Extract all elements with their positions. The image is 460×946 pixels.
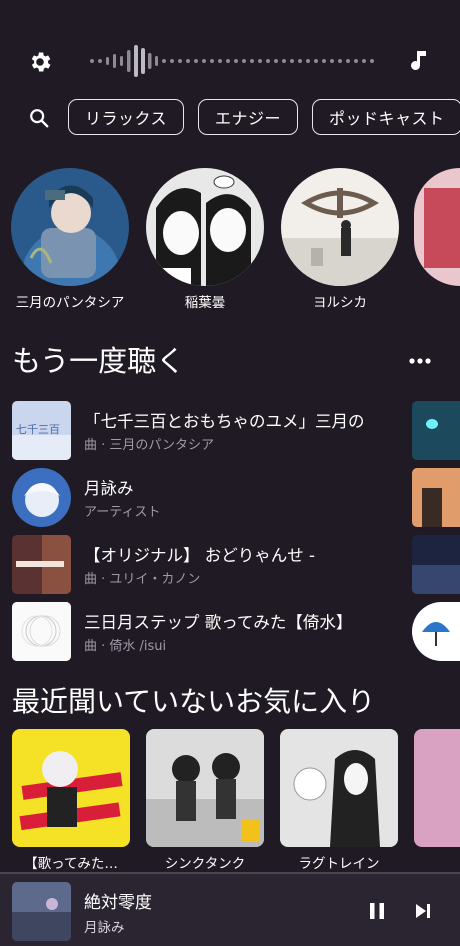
now-playing-art — [12, 882, 71, 941]
search-button[interactable] — [24, 103, 54, 133]
chip-podcast[interactable]: ポッドキャスト — [312, 99, 460, 135]
album-caption: ラグトレイン — [298, 856, 380, 872]
artist-card[interactable]: 三月のパンタシア — [10, 168, 130, 311]
artist-title: 月詠み — [84, 479, 134, 498]
next-button[interactable] — [408, 896, 438, 926]
artist-avatar — [281, 168, 399, 286]
mini-player[interactable]: 絶対零度 月詠み — [0, 872, 460, 946]
list-item[interactable]: 月詠み アーティスト — [12, 468, 412, 528]
now-playing-title: 絶対零度 — [84, 893, 152, 913]
track-thumbnail: 七千三百 — [12, 401, 71, 460]
track-title: 「七千三百とおもちゃのユメ」三月の — [84, 412, 365, 431]
list-item-partial[interactable] — [412, 468, 460, 527]
artist-name: ヨルシカ — [313, 295, 367, 311]
album-art — [12, 729, 130, 847]
pause-button[interactable] — [362, 896, 392, 926]
chip-energy[interactable]: エナジー — [198, 99, 299, 135]
artist-avatar — [11, 168, 129, 286]
pause-icon — [370, 903, 384, 919]
album-art — [146, 729, 264, 847]
section-title-listen-again: もう一度聴く — [12, 344, 186, 378]
more-button[interactable] — [402, 346, 438, 376]
track-subtitle: 曲 · 倚水 /isui — [84, 639, 167, 654]
track-thumbnail — [12, 535, 71, 594]
track-title: 三日月ステップ 歌ってみた【倚水】 — [84, 613, 353, 632]
track-title: 【オリジナル】 おどりゃんせ - — [84, 546, 315, 565]
playback-progress-track[interactable] — [0, 872, 460, 874]
album-card-partial[interactable] — [414, 729, 460, 847]
list-item-partial[interactable] — [412, 535, 460, 594]
more-horizontal-icon — [409, 358, 431, 364]
now-playing-artist: 月詠み — [84, 920, 125, 936]
album-card[interactable]: 【歌ってみた… — [12, 729, 130, 872]
waveform-visualizer — [88, 42, 380, 80]
album-art — [280, 729, 398, 847]
list-item[interactable]: 三日月ステップ 歌ってみた【倚水】 曲 · 倚水 /isui — [12, 602, 412, 662]
svg-text:七千三百: 七千三百 — [16, 423, 60, 436]
waveform-icon — [90, 45, 374, 77]
search-icon — [30, 109, 49, 128]
music-note-icon — [411, 51, 426, 71]
skip-next-icon — [416, 904, 430, 918]
music-button[interactable] — [404, 46, 436, 78]
track-thumbnail — [12, 602, 71, 661]
chip-relax[interactable]: リラックス — [68, 99, 185, 135]
album-card[interactable]: ラグトレイン — [280, 729, 398, 872]
track-subtitle: 曲 · 三月のパンタシア — [84, 438, 215, 453]
artist-card-partial[interactable] — [414, 168, 460, 286]
mood-chips: リラックス エナジー ポッドキャスト — [68, 99, 460, 135]
artist-name: 三月のパンタシア — [15, 295, 125, 311]
artist-subtitle: アーティスト — [84, 505, 161, 520]
artist-avatar — [146, 168, 264, 286]
list-item[interactable]: 七千三百 「七千三百とおもちゃのユメ」三月の 曲 · 三月のパンタシア — [12, 401, 412, 461]
album-card[interactable]: シンクタンク — [146, 729, 264, 872]
list-item-partial[interactable] — [412, 602, 460, 661]
track-subtitle: 曲 · ユリイ・カノン — [84, 572, 201, 587]
list-item[interactable]: 【オリジナル】 おどりゃんせ - 曲 · ユリイ・カノン — [12, 535, 412, 595]
artist-card[interactable]: 稲葉曇 — [145, 168, 265, 311]
artist-thumbnail — [12, 468, 71, 527]
section-title-favorites: 最近聞いていないお気に入り — [12, 685, 376, 718]
list-item-partial[interactable] — [412, 401, 460, 460]
artist-card[interactable]: ヨルシカ — [280, 168, 400, 311]
gear-icon — [31, 52, 51, 72]
album-caption: 【歌ってみた… — [24, 856, 118, 872]
settings-button[interactable] — [24, 46, 56, 78]
album-caption: シンクタンク — [164, 856, 246, 872]
artist-name: 稲葉曇 — [184, 295, 226, 311]
